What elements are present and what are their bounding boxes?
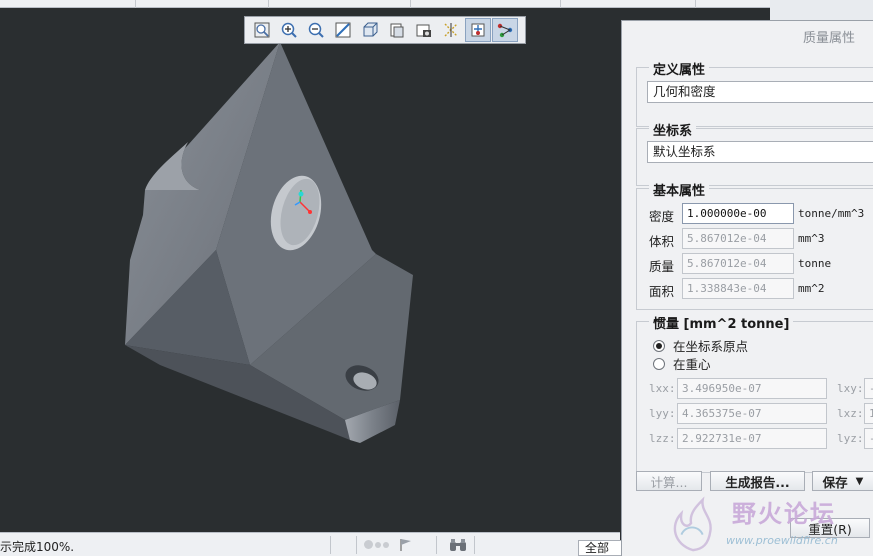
basic-properties-group: 基本属性 密度 1.000000e-00 tonne/mm^3 体积 5.867… — [636, 180, 873, 310]
view-manager-icon — [416, 24, 431, 37]
radio-at-center-of-gravity-label: 在重心 — [673, 357, 711, 372]
mass-label: 质量 — [649, 259, 675, 274]
calculate-button[interactable]: 计算... — [636, 471, 702, 491]
ribbon-strip-right — [770, 0, 873, 20]
lxz-label: lxz: — [837, 407, 864, 420]
lzz-value: 2.922731e-07 — [677, 428, 827, 449]
csys-group-label: 坐标系 — [649, 120, 697, 139]
selection-filter-select[interactable]: 全部 — [578, 540, 622, 556]
find-binoculars-icon[interactable] — [449, 538, 467, 552]
saved-orientations-icon — [390, 23, 404, 38]
zoom-in-icon — [281, 22, 297, 38]
save-button-label: 保存 — [822, 474, 848, 490]
save-button[interactable]: 保存 ▼ — [812, 471, 873, 491]
lxx-value: 3.496950e-07 — [677, 378, 827, 399]
radio-at-center-of-gravity-button[interactable] — [653, 357, 665, 370]
area-label: 面积 — [649, 284, 675, 299]
annotation-display-button[interactable] — [492, 18, 518, 42]
lyy-label: lyy: — [649, 407, 676, 420]
view-toolbar — [244, 16, 526, 44]
repaint-button[interactable] — [330, 18, 356, 42]
flag-icon[interactable] — [399, 538, 413, 552]
display-style-button[interactable] — [357, 18, 383, 42]
lxy-value: - — [864, 378, 873, 399]
ribbon-strip — [0, 0, 770, 8]
display-style-icon — [363, 22, 378, 37]
definition-select[interactable]: 几何和密度 — [647, 81, 873, 103]
area-value: 1.338843e-04 — [682, 278, 794, 299]
view-manager-button[interactable] — [411, 18, 437, 42]
volume-value: 5.867012e-04 — [682, 228, 794, 249]
lxz-value: 1 — [864, 403, 873, 424]
refit-icon — [254, 22, 270, 38]
density-unit: tonne/mm^3 — [798, 207, 865, 220]
radio-at-csys-origin-button[interactable] — [653, 339, 665, 352]
datum-display-button[interactable] — [438, 18, 464, 42]
reset-button[interactable]: 重置(R) — [790, 518, 870, 538]
volume-unit: mm^3 — [798, 232, 825, 245]
status-bar: 示完成100%. — [0, 532, 620, 556]
lyy-value: 4.365375e-07 — [677, 403, 827, 424]
lxx-label: lxx: — [649, 382, 676, 395]
density-label: 密度 — [649, 209, 675, 224]
spin-center-button[interactable] — [465, 18, 491, 42]
lxy-label: lxy: — [837, 382, 864, 395]
spin-center-icon — [471, 23, 485, 37]
status-message: 示完成100%. — [0, 540, 75, 554]
inertia-group-label: 惯量 [mm^2 tonne] — [649, 313, 794, 332]
volume-label: 体积 — [649, 234, 675, 249]
area-unit: mm^2 — [798, 282, 825, 295]
basic-properties-label: 基本属性 — [649, 180, 710, 199]
radio-at-center-of-gravity[interactable]: 在重心 — [653, 354, 711, 373]
annotation-display-icon — [497, 23, 513, 38]
mass-value: 5.867012e-04 — [682, 253, 794, 274]
datum-display-icon — [444, 23, 458, 37]
radio-at-csys-origin[interactable]: 在坐标系原点 — [653, 336, 748, 355]
density-input[interactable]: 1.000000e-00 — [682, 203, 794, 224]
mass-properties-panel: 质量属性 定义属性 几何和密度 坐标系 默认坐标系 基本属性 密度 1.0000… — [621, 20, 873, 556]
refit-button[interactable] — [249, 18, 275, 42]
generate-report-button[interactable]: 生成报告... — [710, 471, 805, 491]
lyz-value: - — [864, 428, 873, 449]
selection-dots-icon[interactable] — [364, 540, 389, 549]
lyz-label: lyz: — [837, 432, 864, 445]
chevron-down-icon: ▼ — [855, 475, 864, 487]
zoom-out-icon — [308, 22, 324, 38]
saved-orientations-button[interactable] — [384, 18, 410, 42]
panel-title: 质量属性 — [802, 31, 855, 46]
definition-group-label: 定义属性 — [649, 59, 710, 78]
repaint-icon — [335, 22, 351, 38]
radio-at-csys-origin-label: 在坐标系原点 — [673, 339, 749, 354]
csys-group: 坐标系 默认坐标系 — [636, 120, 873, 186]
mass-unit: tonne — [798, 257, 832, 270]
inertia-group: 惯量 [mm^2 tonne] 在坐标系原点 在重心 lxx: 3.496950… — [636, 313, 873, 473]
zoom-in-button[interactable] — [276, 18, 302, 42]
definition-group: 定义属性 几何和密度 — [636, 59, 873, 127]
zoom-out-button[interactable] — [303, 18, 329, 42]
lzz-label: lzz: — [649, 432, 676, 445]
csys-select[interactable]: 默认坐标系 — [647, 141, 873, 163]
